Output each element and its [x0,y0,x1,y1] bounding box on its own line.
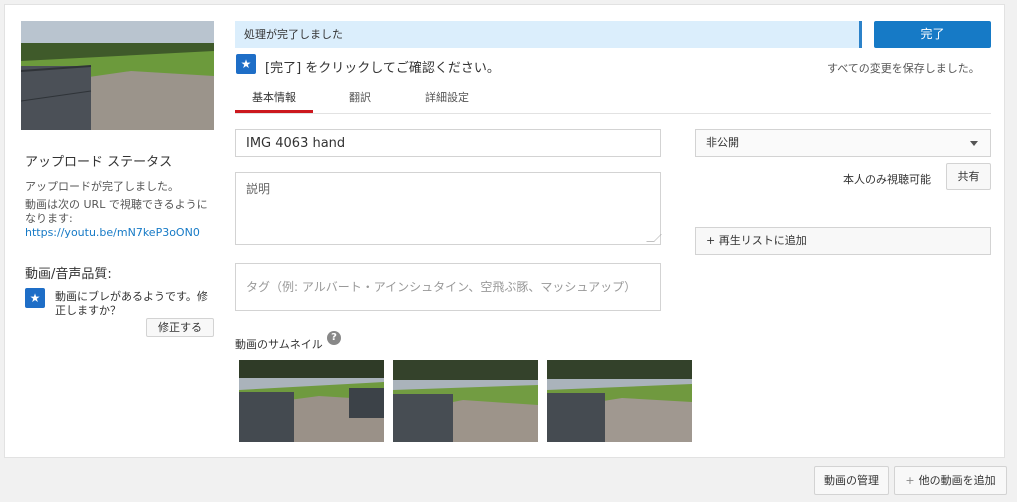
thumbnail-image [239,360,384,442]
manage-videos-button[interactable]: 動画の管理 [814,466,889,495]
saved-message: すべての変更を保存しました。 [827,62,980,75]
add-more-videos-label: 他の動画を追加 [918,474,996,487]
fix-button[interactable]: 修正する [146,318,214,337]
url-description: 動画は次の URL で視聴できるようになります: [25,198,208,225]
plus-icon: + [905,474,915,487]
thumbnail-image [547,360,692,442]
thumbnail-image [393,360,538,442]
upload-card: アップロード ステータス アップロードが完了しました。 動画は次の URL で視… [4,4,1005,458]
video-preview-image [21,21,214,130]
visibility-note: 本人のみ視聴可能 [843,173,931,186]
confirm-message: [完了] をクリックしてご確認ください。 [265,61,500,76]
quality-title: 動画/音声品質: [25,267,112,282]
upload-complete-text: アップロードが完了しました。 [25,180,179,193]
share-button[interactable]: 共有 [946,163,991,190]
done-button[interactable]: 完了 [874,21,991,48]
thumbnail-option[interactable] [237,358,386,444]
add-to-playlist-button[interactable]: + 再生リストに追加 [695,227,991,255]
star-icon: ★ [236,54,256,74]
help-icon[interactable]: ? [327,331,341,345]
quality-message: 動画にブレがあるようです。修正しますか？ [55,290,208,317]
tags-input[interactable] [235,263,661,311]
description-input[interactable] [235,172,661,245]
thumbnail-label: 動画のサムネイル [235,338,323,351]
thumbnail-option[interactable] [391,358,540,444]
privacy-selected-value: 非公開 [706,136,739,149]
chevron-down-icon [970,141,978,146]
add-more-videos-button[interactable]: + 他の動画を追加 [894,466,1007,495]
privacy-select[interactable]: 非公開 [695,129,991,157]
upload-status-title: アップロード ステータス [25,155,173,170]
tab-bar: 基本情報 翻訳 詳細設定 [235,83,991,114]
tab-translation[interactable]: 翻訳 [349,89,371,113]
processing-status-bar: 処理が完了しました [235,21,862,48]
tab-advanced-settings[interactable]: 詳細設定 [425,89,469,113]
video-url-link[interactable]: https://youtu.be/mN7keP3oON0 [25,226,200,239]
title-input[interactable] [235,129,661,157]
star-icon: ★ [25,288,45,308]
tab-basic-info[interactable]: 基本情報 [235,89,313,113]
video-preview[interactable] [21,21,214,130]
thumbnail-option[interactable] [545,358,694,444]
